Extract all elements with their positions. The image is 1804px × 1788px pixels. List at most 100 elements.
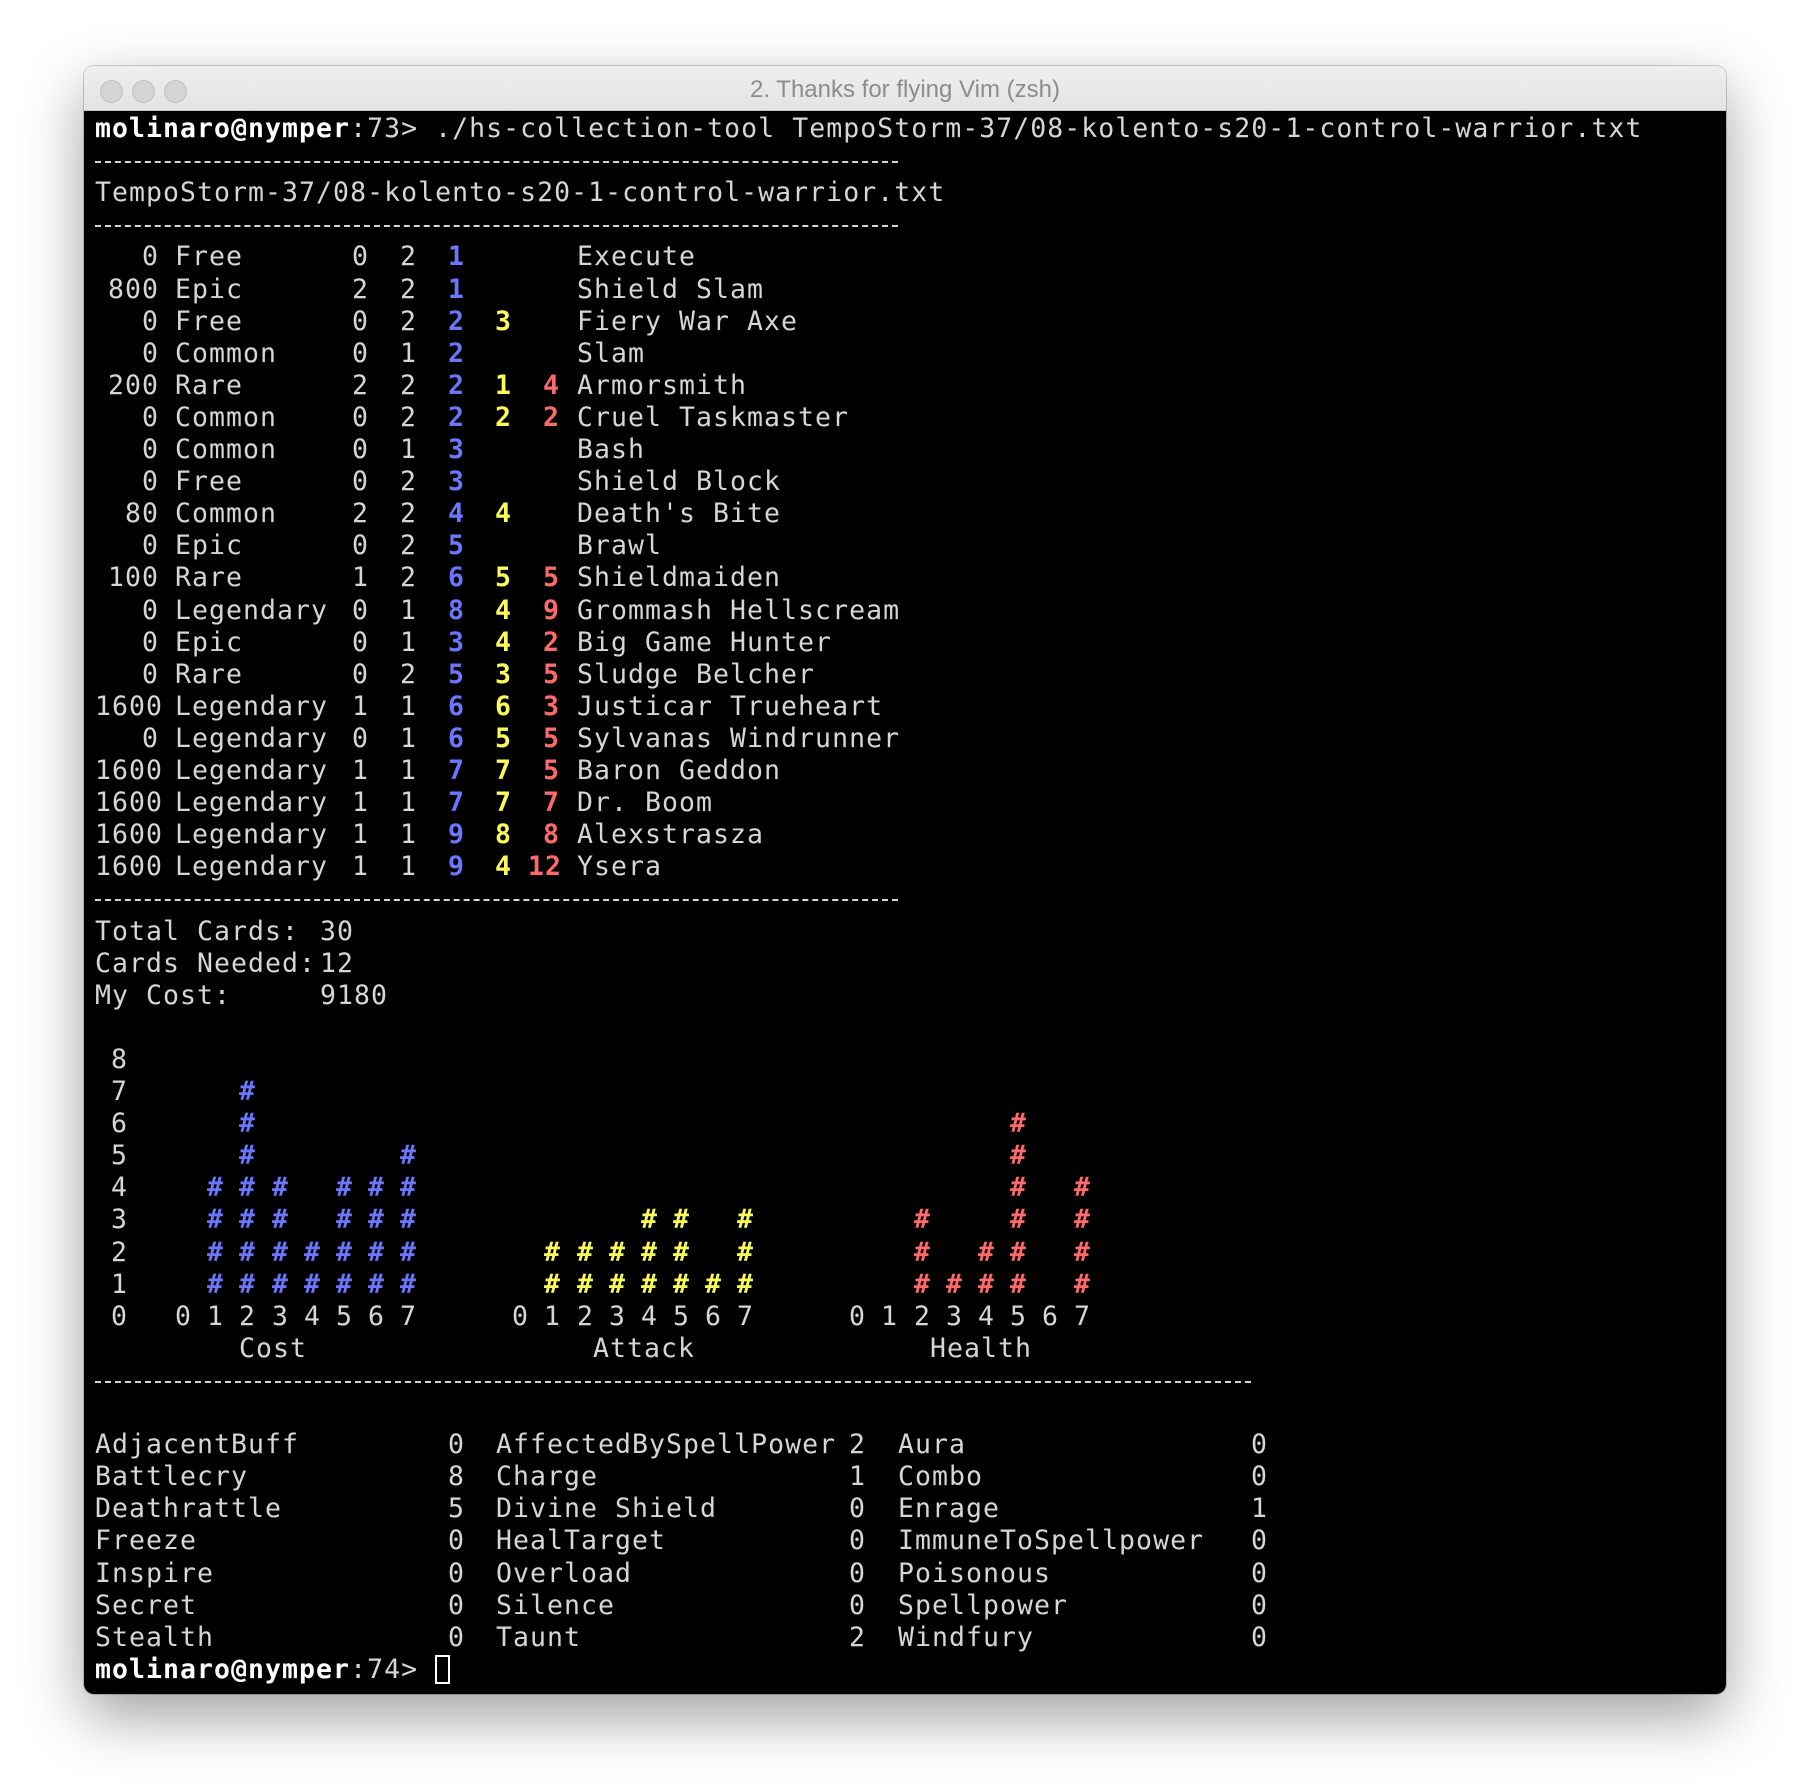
x-axis-tick: 1 bbox=[881, 1301, 899, 1332]
card-name: Brawl bbox=[577, 530, 663, 561]
card-attack bbox=[480, 434, 512, 466]
mechanic-name: Spellpower bbox=[898, 1590, 1069, 1621]
card-dust-cost: 80 bbox=[124, 498, 159, 529]
card-attack: 5 bbox=[494, 723, 512, 754]
histogram-bar-mark: # bbox=[978, 1269, 996, 1300]
histogram-bar-mark: # bbox=[673, 1204, 691, 1235]
card-attack: 4 bbox=[494, 627, 512, 658]
card-mana-cost: 8 bbox=[448, 595, 466, 626]
card-health: 5 bbox=[542, 755, 560, 786]
card-rarity: Common bbox=[175, 498, 278, 529]
card-count: 1 bbox=[400, 787, 418, 818]
mechanic-name: ImmuneToSpellpower bbox=[898, 1525, 1205, 1556]
chart-axis-label: Cost bbox=[239, 1333, 308, 1364]
card-name: Execute bbox=[577, 241, 697, 272]
x-axis-tick: 2 bbox=[239, 1301, 257, 1332]
x-axis-tick: 0 bbox=[175, 1301, 193, 1332]
x-axis-tick: 2 bbox=[577, 1301, 595, 1332]
title-bar[interactable]: 2. Thanks for flying Vim (zsh) bbox=[84, 66, 1726, 111]
x-axis-tick: 6 bbox=[705, 1301, 723, 1332]
histogram-bar-mark: # bbox=[207, 1204, 225, 1235]
mechanic-name: Secret bbox=[95, 1590, 198, 1621]
card-dust-cost: 1600 bbox=[95, 691, 164, 722]
y-axis-tick: 7 bbox=[111, 1076, 129, 1107]
card-needed: 2 bbox=[352, 274, 370, 305]
card-needed: 0 bbox=[352, 338, 370, 369]
card-attack: 4 bbox=[494, 498, 512, 529]
histogram-bar-mark: # bbox=[609, 1269, 627, 1300]
card-health: 3 bbox=[542, 691, 560, 722]
card-health bbox=[528, 498, 560, 530]
card-count: 1 bbox=[400, 338, 418, 369]
text-cursor[interactable] bbox=[435, 1655, 451, 1684]
card-rarity: Rare bbox=[175, 659, 244, 690]
card-name: Cruel Taskmaster bbox=[577, 402, 850, 433]
card-needed: 0 bbox=[352, 723, 370, 754]
card-attack: 3 bbox=[494, 659, 512, 690]
mechanic-count: 0 bbox=[849, 1493, 867, 1524]
card-rarity: Free bbox=[175, 466, 244, 497]
histogram-bar-mark: # bbox=[239, 1204, 257, 1235]
card-name: Sylvanas Windrunner bbox=[577, 723, 901, 754]
x-axis-tick: 0 bbox=[849, 1301, 867, 1332]
x-axis-tick: 4 bbox=[978, 1301, 996, 1332]
card-mana-cost: 1 bbox=[448, 274, 466, 305]
card-mana-cost: 4 bbox=[448, 498, 466, 529]
card-health: 5 bbox=[542, 562, 560, 593]
histogram-bar-mark: # bbox=[368, 1172, 386, 1203]
terminal-content[interactable]: molinaro@nymper:73> ./hs-collection-tool… bbox=[84, 111, 1726, 1694]
mechanic-count: 0 bbox=[448, 1558, 466, 1589]
card-rarity: Free bbox=[175, 241, 244, 272]
histogram-bar-mark: # bbox=[641, 1204, 659, 1235]
histogram-bar-mark: # bbox=[673, 1269, 691, 1300]
card-dust-cost: 1600 bbox=[95, 819, 164, 850]
y-axis-tick: 6 bbox=[111, 1108, 129, 1139]
card-name: Justicar Trueheart bbox=[577, 691, 884, 722]
x-axis-tick: 0 bbox=[512, 1301, 530, 1332]
card-attack: 8 bbox=[494, 819, 512, 850]
card-needed: 0 bbox=[352, 466, 370, 497]
mechanic-name: Divine Shield bbox=[496, 1493, 718, 1524]
histogram-bar-mark: # bbox=[336, 1237, 354, 1268]
histogram-bar-mark: # bbox=[1010, 1140, 1028, 1171]
card-health bbox=[528, 338, 560, 370]
card-health: 5 bbox=[542, 659, 560, 690]
x-axis-tick: 6 bbox=[1042, 1301, 1060, 1332]
mechanic-count: 0 bbox=[448, 1525, 466, 1556]
card-health: 2 bbox=[542, 627, 560, 658]
card-mana-cost: 6 bbox=[448, 562, 466, 593]
x-axis-tick: 1 bbox=[207, 1301, 225, 1332]
card-needed: 0 bbox=[352, 659, 370, 690]
cards-needed-label: Cards Needed: bbox=[95, 948, 317, 979]
histogram-bar-mark: # bbox=[272, 1204, 290, 1235]
card-name: Slam bbox=[577, 338, 646, 369]
histogram-bar-mark: # bbox=[1074, 1204, 1092, 1235]
card-count: 1 bbox=[400, 723, 418, 754]
card-attack bbox=[480, 274, 512, 306]
card-dust-cost: 0 bbox=[141, 530, 159, 561]
card-mana-cost: 2 bbox=[448, 370, 466, 401]
x-axis-tick: 7 bbox=[400, 1301, 418, 1332]
mechanic-name: Windfury bbox=[898, 1622, 1035, 1653]
card-mana-cost: 7 bbox=[448, 787, 466, 818]
y-axis-tick: 0 bbox=[111, 1301, 129, 1332]
card-needed: 2 bbox=[352, 370, 370, 401]
card-mana-cost: 3 bbox=[448, 627, 466, 658]
card-dust-cost: 0 bbox=[141, 306, 159, 337]
mechanic-count: 0 bbox=[1251, 1429, 1269, 1460]
card-rarity: Rare bbox=[175, 562, 244, 593]
card-needed: 0 bbox=[352, 402, 370, 433]
card-count: 2 bbox=[400, 498, 418, 529]
histogram-bar-mark: # bbox=[207, 1172, 225, 1203]
card-mana-cost: 9 bbox=[448, 851, 466, 882]
card-name: Grommash Hellscream bbox=[577, 595, 901, 626]
card-needed: 1 bbox=[352, 787, 370, 818]
histogram-bar-mark: # bbox=[1074, 1237, 1092, 1268]
card-needed: 0 bbox=[352, 627, 370, 658]
card-name: Sludge Belcher bbox=[577, 659, 816, 690]
card-count: 1 bbox=[400, 627, 418, 658]
card-name: Alexstrasza bbox=[577, 819, 765, 850]
card-name: Baron Geddon bbox=[577, 755, 782, 786]
histogram-bar-mark: # bbox=[1010, 1269, 1028, 1300]
histogram-bar-mark: # bbox=[239, 1269, 257, 1300]
